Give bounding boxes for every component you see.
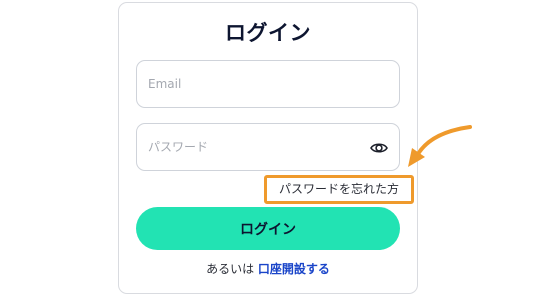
login-card: ログイン パスワードを忘れた方 ログイン あるいは 口座開設する <box>118 2 418 294</box>
eye-icon[interactable] <box>369 138 389 158</box>
forgot-password-link[interactable]: パスワードを忘れた方 <box>267 177 411 202</box>
email-field-container <box>136 60 400 108</box>
page-title: ログイン <box>225 21 311 45</box>
curved-arrow-icon <box>408 125 472 167</box>
signup-prefix: あるいは <box>206 262 255 276</box>
password-field[interactable] <box>137 124 399 170</box>
signup-prompt: あるいは 口座開設する <box>119 260 417 277</box>
password-field-container <box>136 123 400 171</box>
signup-link[interactable]: 口座開設する <box>258 262 330 276</box>
email-field[interactable] <box>137 61 399 107</box>
login-button[interactable]: ログイン <box>136 207 400 250</box>
